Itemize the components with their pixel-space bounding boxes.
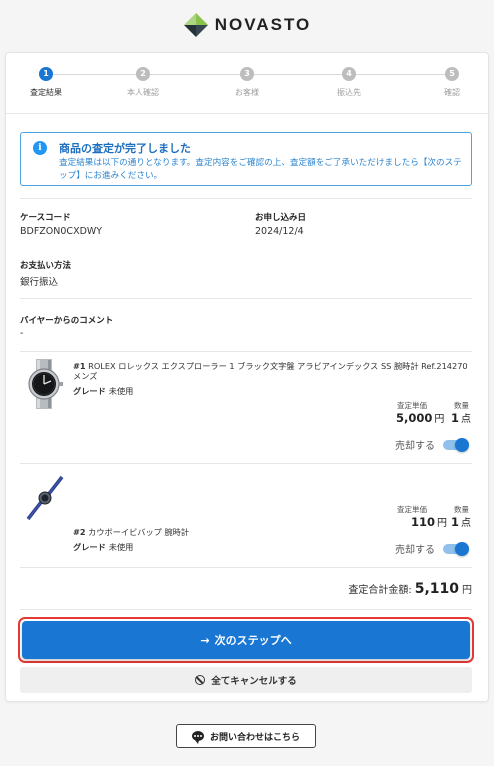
buyer-comment-value: - xyxy=(20,328,24,339)
total-unit: 円 xyxy=(462,585,472,596)
item-2-grade-value: 未使用 xyxy=(108,542,134,552)
item-2-qty: 1点 xyxy=(451,514,471,529)
item-2-image xyxy=(26,475,64,521)
item-2-qty-unit: 点 xyxy=(461,518,472,529)
step-5-label: 確認 xyxy=(444,88,460,97)
step-1: 1 査定結果 xyxy=(6,67,86,98)
divider xyxy=(20,351,472,352)
toggle-thumb xyxy=(455,437,469,452)
step-4-circle: 4 xyxy=(342,67,356,81)
item-1-qty-unit: 点 xyxy=(461,414,472,425)
step-5-circle: 5 xyxy=(445,67,459,81)
notice-body: 査定結果は以下の通りとなります。査定内容をご確認の上、査定額をご了承いただけまし… xyxy=(59,158,462,181)
arrow-right-icon: → xyxy=(200,633,210,647)
brand-name: NOVASTO xyxy=(214,15,312,34)
item-2-price-value: 110 xyxy=(411,515,436,529)
step-2-label: 本人確認 xyxy=(127,88,159,97)
item-2-price-unit: 円 xyxy=(437,518,448,529)
item-1-image xyxy=(28,359,63,409)
step-2: 2 本人確認 xyxy=(103,67,183,98)
item-1-grade: グレード 未使用 xyxy=(73,385,133,397)
item-1-sell-toggle[interactable] xyxy=(441,437,469,452)
apply-date-value: 2024/12/4 xyxy=(255,226,304,237)
next-step-label: 次のステップへ xyxy=(214,634,292,647)
buyer-comment-label: バイヤーからのコメント xyxy=(20,316,114,326)
item-1-sell-row: 売却する xyxy=(395,437,469,452)
divider xyxy=(20,198,472,199)
item-1-title: #1 ROLEX ロレックス エクスプローラー 1 ブラック文字盤 アラビアイン… xyxy=(73,361,473,381)
notice-title: 商品の査定が完了しました xyxy=(59,142,191,155)
completion-notice: i 商品の査定が完了しました 査定結果は以下の通りとなります。査定内容をご確認の… xyxy=(20,132,472,186)
payment-method-value: 銀行振込 xyxy=(20,277,59,288)
item-2-name: カウボーイビバップ 腕時計 xyxy=(88,527,190,537)
stepper-divider xyxy=(6,113,490,114)
divider xyxy=(20,609,472,610)
item-1-grade-label: グレード xyxy=(73,386,106,396)
divider xyxy=(20,298,472,299)
item-2-sell-row: 売却する xyxy=(395,541,469,556)
next-step-button[interactable]: → 次のステップへ xyxy=(22,621,470,659)
item-1-sell-label: 売却する xyxy=(395,441,435,452)
item-2-price: 110 円 xyxy=(411,514,447,529)
step-1-circle: 1 xyxy=(39,67,53,81)
contact-label: お問い合わせはこちら xyxy=(209,732,300,743)
item-1-number: #1 xyxy=(73,361,86,371)
cancel-all-button[interactable]: 全てキャンセルする xyxy=(20,667,472,693)
case-code-label: ケースコード xyxy=(20,213,71,223)
apply-date-label: お申し込み日 xyxy=(255,213,307,223)
chat-icon xyxy=(191,731,204,744)
step-3-label: お客様 xyxy=(235,88,259,97)
item-2-grade: グレード 未使用 xyxy=(73,541,133,553)
step-3-circle: 3 xyxy=(240,67,254,81)
payment-method-label: お支払い方法 xyxy=(20,261,72,271)
step-5: 5 確認 xyxy=(412,67,492,98)
cancel-all-label: 全てキャンセルする xyxy=(211,676,297,687)
progress-stepper: 1 査定結果 2 本人確認 3 お客様 4 振込先 5 確認 xyxy=(6,67,490,107)
item-1-name: ROLEX ロレックス エクスプローラー 1 ブラック文字盤 アラビアインデック… xyxy=(73,361,468,381)
item-2-number: #2 xyxy=(73,527,86,537)
step-3: 3 お客様 xyxy=(207,67,287,98)
toggle-thumb xyxy=(455,541,469,556)
step-2-circle: 2 xyxy=(136,67,150,81)
total-label: 査定合計金額: xyxy=(348,585,412,596)
total-amount: 査定合計金額: 5,110 円 xyxy=(348,581,472,597)
item-2-sell-toggle[interactable] xyxy=(441,541,469,556)
assessment-card: 1 査定結果 2 本人確認 3 お客様 4 振込先 5 確認 i 商品の査定が完… xyxy=(5,52,490,702)
item-1-qty-value: 1 xyxy=(451,411,460,425)
ban-icon xyxy=(195,675,206,685)
item-1-qty: 1点 xyxy=(451,410,471,425)
step-4-label: 振込先 xyxy=(337,88,361,97)
total-value: 5,110 xyxy=(414,581,459,597)
divider xyxy=(20,463,472,464)
item-1-grade-value: 未使用 xyxy=(108,386,134,396)
novasto-logo-icon xyxy=(183,13,208,37)
case-code-value: BDFZON0CXDWY xyxy=(20,226,103,237)
step-4: 4 振込先 xyxy=(309,67,389,98)
item-2-grade-label: グレード xyxy=(73,542,106,552)
contact-button[interactable]: お問い合わせはこちら xyxy=(176,724,316,748)
item-1-price: 5,000 円 xyxy=(396,410,444,425)
item-2-sell-label: 売却する xyxy=(395,545,435,556)
brand-logo: NOVASTO xyxy=(0,10,494,40)
item-2-qty-value: 1 xyxy=(451,515,460,529)
next-button-highlight: → 次のステップへ xyxy=(18,617,474,663)
item-1-price-value: 5,000 xyxy=(396,411,433,425)
divider xyxy=(20,567,472,568)
item-1-price-unit: 円 xyxy=(434,414,445,425)
step-1-label: 査定結果 xyxy=(30,88,62,97)
info-icon: i xyxy=(33,141,47,155)
